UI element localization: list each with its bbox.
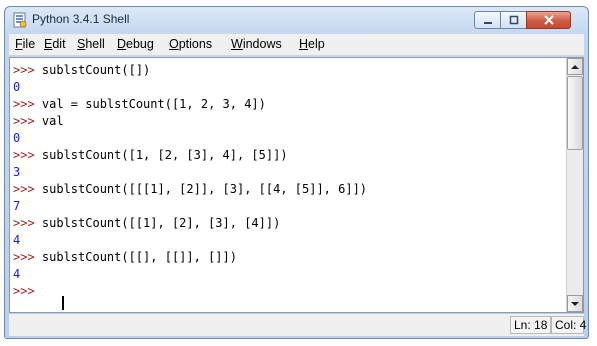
arrow-up-icon	[571, 65, 579, 69]
shell-line: 4	[13, 233, 20, 247]
shell-line: 4	[13, 267, 20, 281]
shell-text-area[interactable]: >>> sublstCount([]) 0 >>> val = sublstCoun…	[9, 57, 584, 313]
shell-line: 3	[13, 165, 20, 179]
menu-edit[interactable]: Edit	[44, 37, 66, 51]
arrow-down-icon	[571, 302, 579, 306]
shell-prompt: >>>	[13, 284, 42, 298]
shell-line: >>> val	[13, 114, 64, 128]
menu-options[interactable]: Options	[169, 37, 212, 51]
title-bar[interactable]: Python 3.4.1 Shell	[5, 7, 588, 33]
minimize-icon	[483, 22, 492, 24]
shell-line: >>> sublstCount([1, [2, [3], 4], [5]])	[13, 148, 288, 162]
maximize-button[interactable]	[500, 11, 527, 29]
shell-command: val = sublstCount([1, 2, 3, 4])	[41, 97, 266, 111]
shell-output-value: 0	[13, 131, 21, 145]
scrollbar-thumb[interactable]	[567, 76, 583, 150]
shell-output-value: 4	[13, 233, 21, 247]
shell-line: >>> sublstCount([[], [[]], []])	[13, 250, 237, 264]
column-number-status: Col: 4	[551, 316, 586, 334]
shell-prompt: >>>	[13, 63, 42, 77]
close-button[interactable]	[526, 11, 571, 29]
shell-line: 0	[13, 131, 20, 145]
shell-command: sublstCount([1, [2, [3], 4], [5]])	[41, 148, 288, 162]
minimize-button[interactable]	[474, 11, 501, 29]
shell-line: >>>	[13, 284, 42, 298]
menu-file[interactable]: File	[15, 37, 35, 51]
shell-line: >>> val = sublstCount([1, 2, 3, 4])	[13, 97, 266, 111]
shell-prompt: >>>	[13, 182, 42, 196]
menu-bar: File Edit Shell Debug Options Windows He…	[9, 34, 584, 56]
menu-debug[interactable]: Debug	[117, 37, 154, 51]
shell-prompt: >>>	[13, 216, 42, 230]
shell-line: >>> sublstCount([[[1], [2]], [3], [[4, […	[13, 182, 367, 196]
vertical-scrollbar[interactable]	[566, 58, 583, 312]
shell-prompt: >>>	[13, 148, 42, 162]
scroll-down-button[interactable]	[567, 295, 583, 312]
maximize-icon	[509, 15, 518, 25]
python-shell-window: Python 3.4.1 Shell File Edit Shell Debug…	[4, 6, 589, 339]
shell-output-value: 0	[13, 80, 21, 94]
close-icon	[543, 15, 554, 25]
shell-output-value: 7	[13, 199, 21, 213]
shell-output-value: 4	[13, 267, 21, 281]
shell-command: sublstCount([])	[41, 63, 151, 77]
line-number-status: Ln: 18	[510, 316, 551, 334]
shell-line: >>> sublstCount([[1], [2], [3], [4]])	[13, 216, 280, 230]
shell-command: sublstCount([[1], [2], [3], [4]])	[41, 216, 281, 230]
shell-line: >>> sublstCount([])	[13, 63, 150, 77]
shell-prompt: >>>	[13, 250, 42, 264]
shell-prompt: >>>	[13, 114, 42, 128]
shell-prompt: >>>	[13, 97, 42, 111]
menu-help[interactable]: Help	[299, 37, 325, 51]
python-app-icon	[13, 12, 27, 28]
menu-windows[interactable]: Windows	[231, 37, 282, 51]
shell-command: sublstCount([[], [[]], []])	[41, 250, 237, 264]
window-title: Python 3.4.1 Shell	[32, 12, 130, 26]
menu-shell[interactable]: Shell	[77, 37, 105, 51]
shell-command: sublstCount([[[1], [2]], [3], [[4, [5]],…	[41, 182, 368, 196]
scroll-up-button[interactable]	[567, 58, 583, 75]
shell-command: val	[41, 114, 64, 128]
status-bar: Ln: 18 Col: 4	[9, 314, 586, 336]
shell-output-value: 3	[13, 165, 21, 179]
shell-line: 0	[13, 80, 20, 94]
text-cursor	[62, 296, 64, 310]
shell-line: 7	[13, 199, 20, 213]
